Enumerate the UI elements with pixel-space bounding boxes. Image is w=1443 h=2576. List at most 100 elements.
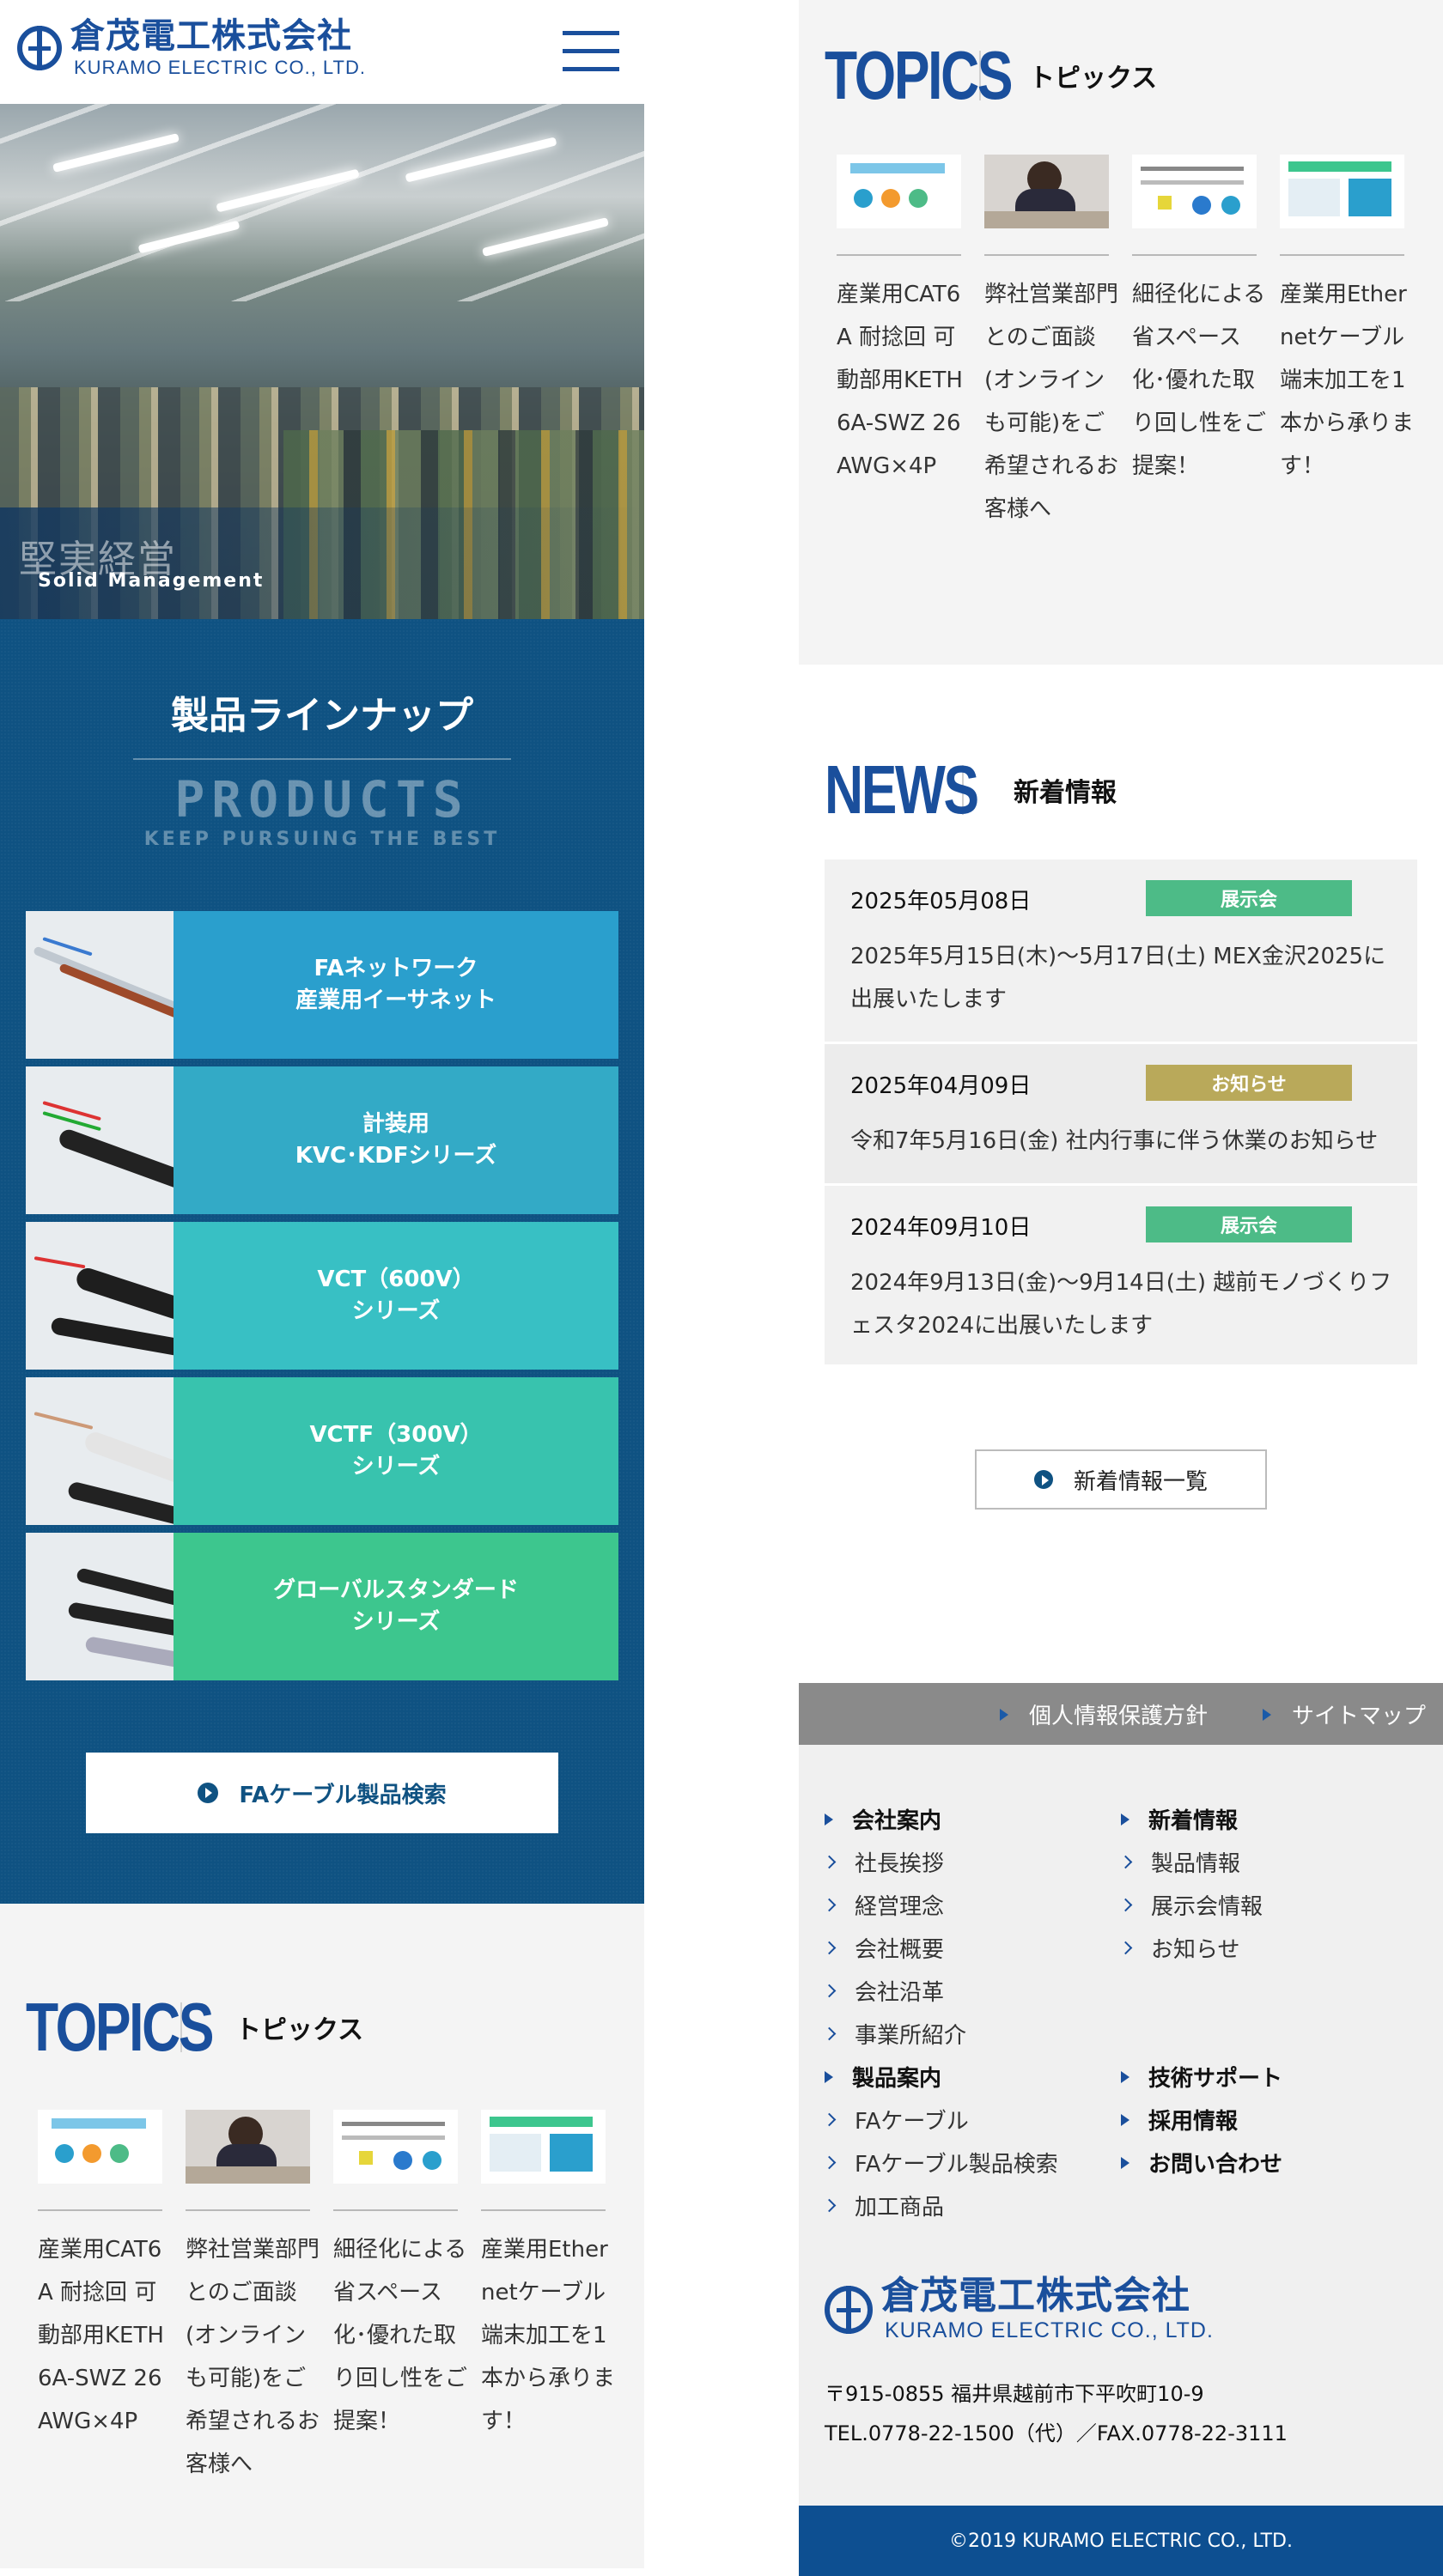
cable-thumbnail xyxy=(26,1066,174,1214)
company-address: 〒915-0855 福井県越前市下平吹町10-9 xyxy=(825,2382,1204,2406)
cable-thumbnail xyxy=(26,1533,174,1680)
chevron-right-icon xyxy=(822,1941,837,1955)
footer-link-tech-support[interactable]: 技術サポート xyxy=(1121,2061,1282,2093)
footer-link-recruit[interactable]: 採用情報 xyxy=(1121,2104,1238,2136)
chevron-right-icon xyxy=(822,2112,837,2127)
chevron-right-icon xyxy=(822,1898,837,1912)
products-heading-en: PRODUCTS xyxy=(174,770,470,829)
topic-thumbnail xyxy=(1280,155,1404,228)
footer-link-news[interactable]: 新着情報 xyxy=(1121,1803,1238,1835)
topics-section: TOPICS トピックス 産業用CAT6A 耐捻回 可動部用KETH6A-SWZ… xyxy=(0,1904,644,2568)
product-card-fa-network[interactable]: FAネットワーク 産業用イーサネット xyxy=(26,911,618,1059)
chevron-right-icon xyxy=(1118,1941,1133,1955)
triangle-right-icon xyxy=(825,2070,833,2083)
product-label: VCT（600V） シリーズ xyxy=(174,1222,618,1370)
footer-link-processed-goods[interactable]: 加工商品 xyxy=(822,2190,944,2221)
hero-caption: 堅実経営 Solid Management xyxy=(19,541,262,591)
news-date: 2025年05月08日 xyxy=(850,889,1032,914)
chevron-right-icon xyxy=(1118,1855,1133,1869)
chevron-right-icon xyxy=(822,2026,837,2041)
topic-card[interactable]: 弊社営業部門とのご面談(オンラインも可能)をご希望されるお客様へ xyxy=(186,2110,320,2486)
footer-link-product-info[interactable]: 製品情報 xyxy=(1118,1846,1240,1878)
footer-link-contact[interactable]: お問い合わせ xyxy=(1121,2147,1282,2178)
news-item[interactable]: 2025年04月09日 お知らせ 令和7年5月16日(金) 社内行事に伴う休業の… xyxy=(825,1044,1417,1183)
arrow-circle-icon xyxy=(1033,1470,1053,1489)
topics-title-en: TOPICS xyxy=(825,37,1013,113)
product-card-kvc-kdf[interactable]: 計装用 KVC･KDFシリーズ xyxy=(26,1066,618,1214)
topic-card[interactable]: 産業用Ethernetケーブル端末加工を1本から承ります！ xyxy=(481,2110,615,2443)
cable-thumbnail xyxy=(26,911,174,1059)
footer-link-fa-cable-search[interactable]: FAケーブル製品検索 xyxy=(822,2147,1058,2178)
product-label: FAネットワーク 産業用イーサネット xyxy=(174,911,618,1059)
footer-link-exhibitions[interactable]: 展示会情報 xyxy=(1118,1889,1263,1921)
topic-text: 細径化による省スペース化･優れた取り回し性をご提案！ xyxy=(333,2237,468,2434)
topic-thumbnail xyxy=(1132,155,1257,228)
topic-text: 弊社営業部門とのご面談(オンラインも可能)をご希望されるお客様へ xyxy=(984,282,1119,522)
site-logo[interactable]: 倉茂電工株式会社 KURAMO ELECTRIC CO., LTD. xyxy=(17,19,366,77)
right-panel: TOPICS トピックス 産業用CAT6A 耐捻回 可動部用KETH6A-SWZ… xyxy=(799,0,1443,2576)
topic-thumbnail xyxy=(984,155,1109,228)
topics-section: TOPICS トピックス 産業用CAT6A 耐捻回 可動部用KETH6A-SWZ… xyxy=(799,0,1443,665)
footer-link-history[interactable]: 会社沿革 xyxy=(822,1975,944,2007)
company-phone-fax: TEL.0778-22-1500（代）／FAX.0778-22-3111 xyxy=(825,2421,1288,2445)
footer-link-greeting[interactable]: 社長挨拶 xyxy=(822,1846,944,1878)
topic-text: 産業用Ethernetケーブル端末加工を1本から承ります！ xyxy=(1280,282,1415,479)
triangle-right-icon xyxy=(1121,2113,1129,2126)
topic-text: 産業用CAT6A 耐捻回 可動部用KETH6A-SWZ 26AWG×4P xyxy=(837,282,963,479)
news-text: 2024年9月13日(金)～9月14日(土) 越前モノづくりフェスタ2024に出… xyxy=(850,1270,1392,1339)
logo-mark-icon xyxy=(825,2285,873,2334)
site-header: 倉茂電工株式会社 KURAMO ELECTRIC CO., LTD. xyxy=(0,0,644,104)
topic-card[interactable]: 産業用Ethernetケーブル端末加工を1本から承ります！ xyxy=(1280,155,1414,488)
footer-link-company[interactable]: 会社案内 xyxy=(825,1803,941,1835)
product-card-global-standard[interactable]: グローバルスタンダード シリーズ xyxy=(26,1533,618,1680)
privacy-policy-link[interactable]: 個人情報保護方針 xyxy=(1000,1698,1208,1730)
news-title-jp: 新着情報 xyxy=(1014,778,1117,808)
cable-thumbnail xyxy=(26,1222,174,1370)
chevron-right-icon xyxy=(822,1984,837,1998)
chevron-right-icon xyxy=(1118,1898,1133,1912)
topics-title-jp: トピックス xyxy=(235,2015,364,2045)
triangle-right-icon xyxy=(1121,2156,1129,2169)
footer-utility-bar: 個人情報保護方針 サイトマップ xyxy=(799,1683,1443,1745)
footer-link-products[interactable]: 製品案内 xyxy=(825,2061,941,2093)
triangle-right-icon xyxy=(1121,1813,1129,1826)
topic-card[interactable]: 細径化による省スペース化･優れた取り回し性をご提案！ xyxy=(1132,155,1266,488)
chevron-right-icon xyxy=(822,1855,837,1869)
logo-name-en: KURAMO ELECTRIC CO., LTD. xyxy=(885,2318,1214,2342)
footer-link-offices[interactable]: 事業所紹介 xyxy=(822,2018,966,2050)
chevron-right-icon xyxy=(822,2198,837,2213)
topic-card[interactable]: 細径化による省スペース化･優れた取り回し性をご提案！ xyxy=(333,2110,467,2443)
sitemap-link[interactable]: サイトマップ xyxy=(1263,1698,1426,1730)
topic-card[interactable]: 産業用CAT6A 耐捻回 可動部用KETH6A-SWZ 26AWG×4P xyxy=(837,155,963,488)
topic-card[interactable]: 弊社営業部門とのご面談(オンラインも可能)をご希望されるお客様へ xyxy=(984,155,1118,531)
logo-name-jp: 倉茂電工株式会社 xyxy=(881,2274,1190,2318)
logo-name-jp: 倉茂電工株式会社 xyxy=(70,16,352,56)
topics-title-en: TOPICS xyxy=(26,1989,214,2065)
news-title-en: NEWS xyxy=(825,751,979,828)
logo-name-en: KURAMO ELECTRIC CO., LTD. xyxy=(74,57,366,78)
product-label: グローバルスタンダード シリーズ xyxy=(174,1533,618,1680)
product-label: VCTF（300V） シリーズ xyxy=(174,1377,618,1525)
footer-link-overview[interactable]: 会社概要 xyxy=(822,1932,944,1964)
topic-card[interactable]: 産業用CAT6A 耐捻回 可動部用KETH6A-SWZ 26AWG×4P xyxy=(38,2110,164,2443)
hamburger-menu-icon[interactable] xyxy=(563,31,619,72)
footer-logo[interactable]: 倉茂電工株式会社 KURAMO ELECTRIC CO., LTD. xyxy=(825,2277,1214,2342)
topic-text: 細径化による省スペース化･優れた取り回し性をご提案！ xyxy=(1132,282,1267,479)
footer-link-fa-cable[interactable]: FAケーブル xyxy=(822,2104,969,2136)
footer-link-notices[interactable]: お知らせ xyxy=(1118,1932,1239,1964)
footer-link-philosophy[interactable]: 経営理念 xyxy=(822,1889,944,1921)
topic-thumbnail xyxy=(837,155,961,228)
triangle-right-icon xyxy=(825,1813,833,1826)
news-category-badge: 展示会 xyxy=(1146,880,1352,916)
news-category-badge: 展示会 xyxy=(1146,1206,1352,1242)
news-date: 2025年04月09日 xyxy=(850,1073,1032,1099)
news-item[interactable]: 2024年09月10日 展示会 2024年9月13日(金)～9月14日(土) 越… xyxy=(825,1186,1417,1364)
topic-thumbnail xyxy=(333,2110,458,2184)
product-card-vct-600v[interactable]: VCT（600V） シリーズ xyxy=(26,1222,618,1370)
fa-cable-search-button[interactable]: FAケーブル製品検索 xyxy=(86,1753,558,1833)
news-list-button[interactable]: 新着情報一覧 xyxy=(975,1449,1267,1510)
news-item[interactable]: 2025年05月08日 展示会 2025年5月15日(木)～5月17日(土) M… xyxy=(825,860,1417,1042)
products-section: 製品ラインナップ PRODUCTS KEEP PURSUING THE BEST… xyxy=(0,619,644,1904)
product-card-vctf-300v[interactable]: VCTF（300V） シリーズ xyxy=(26,1377,618,1525)
left-panel: 倉茂電工株式会社 KURAMO ELECTRIC CO., LTD. 堅実経営 … xyxy=(0,0,644,2576)
